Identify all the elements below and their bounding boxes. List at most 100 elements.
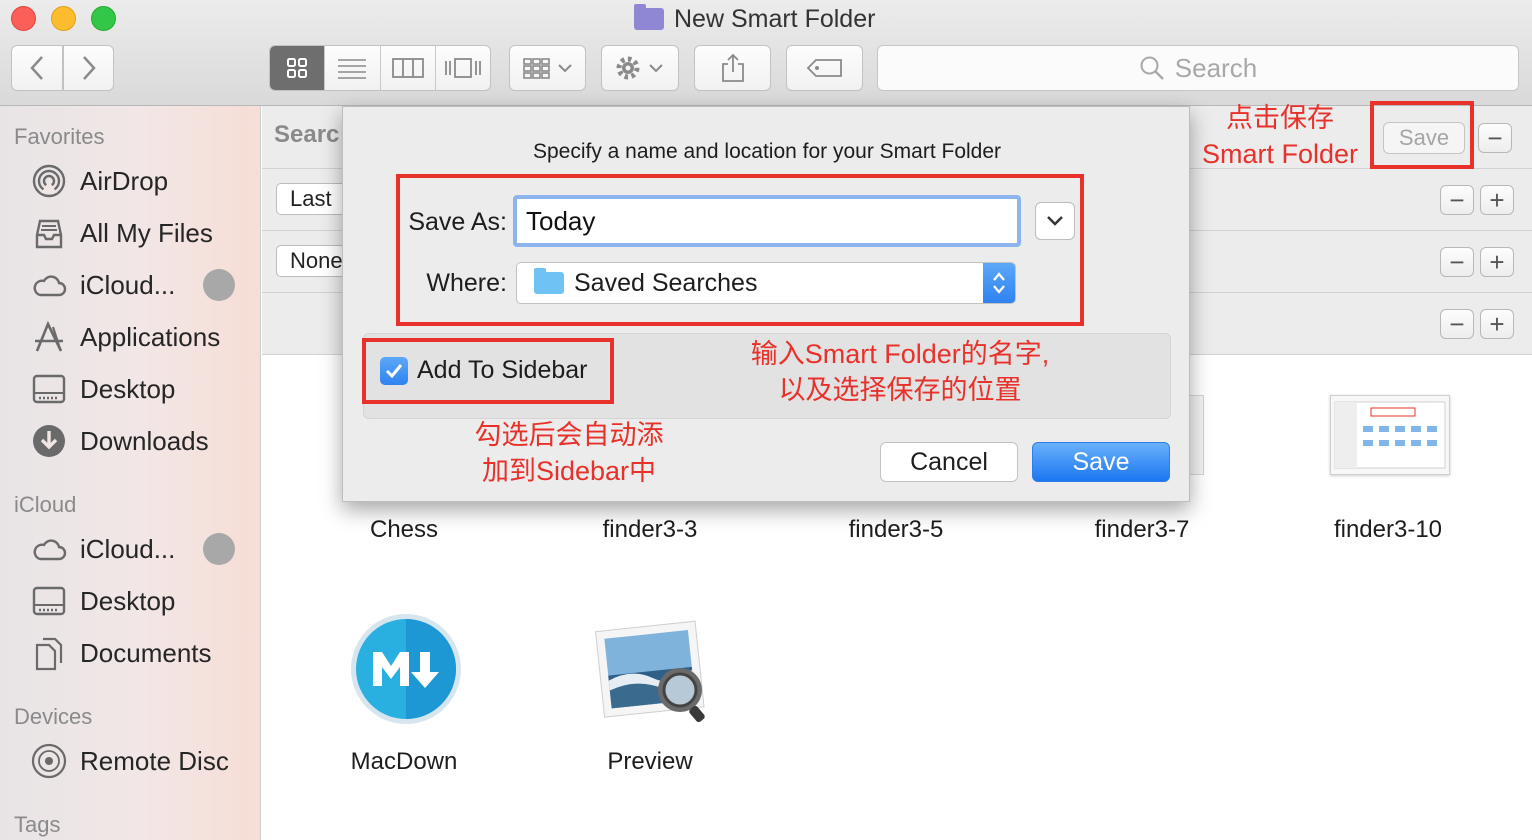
screenshot-thumbnail-icon <box>1334 401 1446 469</box>
annotation-box-name-location <box>396 174 1084 326</box>
view-mode-control <box>269 45 491 91</box>
sidebar-item-label: iCloud... <box>80 269 176 300</box>
sidebar-item-label: iCloud... <box>80 533 176 564</box>
sidebar-item-applications[interactable]: Applications <box>30 317 255 357</box>
dialog-prompt: Specify a name and location for your Sma… <box>532 140 1002 163</box>
chevron-right-icon <box>82 56 96 80</box>
window-title: New Smart Folder <box>634 4 875 34</box>
file-name-finder3-3[interactable]: finder3-3 <box>550 516 750 544</box>
share-icon <box>721 53 744 82</box>
annotation-text: 输入Smart Folder的名字, <box>750 339 1050 369</box>
save-button[interactable]: Save <box>1032 442 1170 482</box>
file-name-preview[interactable]: Preview <box>550 748 750 776</box>
annotation-text: 勾选后会自动添 <box>474 420 664 450</box>
search-scope-label: Searc <box>274 121 340 148</box>
arrange-grid-icon <box>522 58 572 79</box>
cancel-button[interactable]: Cancel <box>880 442 1018 482</box>
all-files-icon <box>30 214 68 252</box>
smart-folder-icon <box>634 4 664 30</box>
sidebar: Favorites AirDrop All My Files iCloud...… <box>0 106 261 840</box>
preview-app-icon[interactable] <box>592 616 716 726</box>
back-button[interactable] <box>11 45 63 91</box>
remove-criteria-button[interactable]: − <box>1478 123 1512 153</box>
icon-view-button[interactable] <box>270 46 325 90</box>
edit-tags-button[interactable] <box>786 45 863 91</box>
annotation-save-note: 点击保存 Smart Folder <box>1180 100 1380 172</box>
sidebar-item-label: Remote Disc <box>80 745 229 776</box>
sidebar-item-all-my-files[interactable]: All My Files <box>30 213 255 253</box>
cloud-icon <box>30 530 68 568</box>
annotation-text: 以及选择保存的位置 <box>778 375 1022 405</box>
applications-icon <box>30 318 68 356</box>
list-icon <box>338 59 367 79</box>
sidebar-item-desktop[interactable]: Desktop <box>30 369 255 409</box>
annotation-text: 加到Sidebar中 <box>481 456 657 486</box>
sidebar-item-documents[interactable]: Documents <box>30 633 255 673</box>
sidebar-item-icloud-desktop[interactable]: Desktop <box>30 581 255 621</box>
storage-pie-icon <box>203 533 235 565</box>
cover-flow-icon <box>444 58 481 78</box>
criteria-minus-button[interactable]: − <box>1440 185 1474 215</box>
sidebar-section-devices: Devices <box>14 704 93 729</box>
annotation-box-add-sidebar <box>362 338 614 404</box>
search-icon <box>1140 56 1164 80</box>
file-name-finder3-7[interactable]: finder3-7 <box>1042 516 1242 544</box>
grid-icon <box>287 58 308 78</box>
airdrop-icon <box>30 162 68 200</box>
sidebar-item-label: Downloads <box>80 425 209 456</box>
sidebar-item-downloads[interactable]: Downloads <box>30 421 255 461</box>
file-name-finder3-5[interactable]: finder3-5 <box>796 516 996 544</box>
list-view-button[interactable] <box>324 46 379 90</box>
sidebar-item-airdrop[interactable]: AirDrop <box>30 161 255 201</box>
sidebar-item-label: All My Files <box>80 217 213 248</box>
window-toolbar: New Smart Folder Search <box>0 0 1532 106</box>
sidebar-item-label: Applications <box>80 321 221 352</box>
downloads-icon <box>30 422 68 460</box>
desktop-icon <box>30 582 68 620</box>
search-placeholder: Search <box>1174 52 1258 83</box>
preview-icon <box>595 620 705 723</box>
documents-icon <box>30 634 68 672</box>
sidebar-item-label: Desktop <box>80 585 176 616</box>
sidebar-section-favorites: Favorites <box>14 124 105 149</box>
share-button[interactable] <box>694 45 771 91</box>
criteria-plus-button[interactable]: + <box>1480 309 1514 339</box>
cover-flow-button[interactable] <box>434 46 490 90</box>
sidebar-item-label: Desktop <box>80 373 176 404</box>
annotation-text: 点击保存 <box>1226 103 1334 133</box>
annotation-name-note: 输入Smart Folder的名字, 以及选择保存的位置 <box>700 336 1100 408</box>
search-field[interactable]: Search <box>877 45 1519 91</box>
criteria-minus-button[interactable]: − <box>1440 309 1474 339</box>
chevron-left-icon <box>30 56 43 80</box>
file-name-macdown[interactable]: MacDown <box>304 748 504 776</box>
tag-icon <box>806 59 842 77</box>
sidebar-section-icloud: iCloud <box>14 492 77 517</box>
sidebar-item-icloud-drive[interactable]: iCloud... <box>30 265 255 305</box>
criteria-plus-button[interactable]: + <box>1480 185 1514 215</box>
file-name-finder3-10[interactable]: finder3-10 <box>1288 516 1488 544</box>
columns-icon <box>391 58 424 78</box>
sidebar-item-icloud-drive-2[interactable]: iCloud... <box>30 529 255 569</box>
sidebar-item-remote-disc[interactable]: Remote Disc <box>30 741 255 781</box>
minimize-window-button[interactable] <box>51 6 76 31</box>
macdown-app-icon[interactable] <box>349 612 463 726</box>
annotation-text: Smart Folder <box>1201 139 1359 169</box>
file-thumbnail[interactable] <box>1330 395 1450 475</box>
action-button[interactable] <box>601 45 679 91</box>
cloud-icon <box>30 266 68 304</box>
desktop-icon <box>30 370 68 408</box>
sidebar-item-label: AirDrop <box>80 165 169 196</box>
file-name-chess[interactable]: Chess <box>304 516 504 544</box>
arrange-button[interactable] <box>509 45 586 91</box>
criteria-plus-button[interactable]: + <box>1480 247 1514 277</box>
close-window-button[interactable] <box>11 6 36 31</box>
zoom-window-button[interactable] <box>91 6 116 31</box>
sidebar-section-tags: Tags <box>14 812 61 837</box>
annotation-box-save <box>1370 101 1474 169</box>
column-view-button[interactable] <box>379 46 435 90</box>
sidebar-item-label: Documents <box>80 637 212 668</box>
disc-icon <box>30 742 68 780</box>
criteria-minus-button[interactable]: − <box>1440 247 1474 277</box>
markdown-icon <box>351 614 461 724</box>
forward-button[interactable] <box>63 45 114 91</box>
